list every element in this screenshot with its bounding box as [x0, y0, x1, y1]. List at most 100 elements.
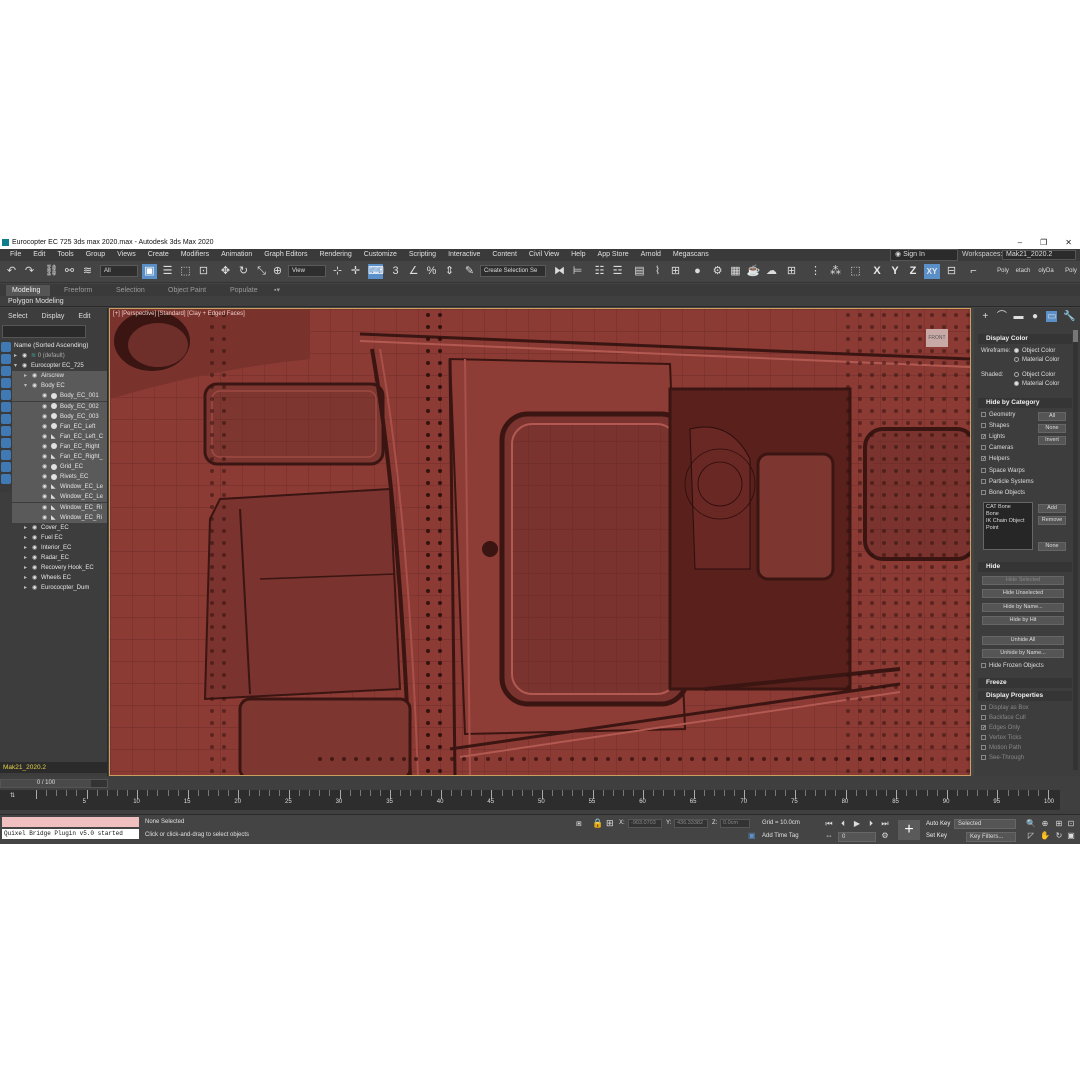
menu-interactive[interactable]: Interactive [442, 249, 486, 261]
utilities-tab-icon[interactable]: 🔧 [1063, 311, 1075, 322]
expand-right-icon[interactable]: ▸ [14, 351, 22, 361]
visibility-eye-icon[interactable]: ◉ [42, 391, 51, 401]
align-icon[interactable]: ⊨ [570, 264, 585, 279]
shaded-material-color-radio[interactable]: Material Color [1014, 381, 1059, 387]
menu-display[interactable]: Display [41, 313, 64, 320]
selection-lock-icon[interactable]: 🔒 [592, 818, 603, 829]
category-list-item[interactable]: Point [986, 525, 1030, 532]
restore-button[interactable]: ❐ [1040, 236, 1047, 249]
go-to-end-icon[interactable]: ⏭ [880, 819, 890, 829]
spinner-snap-icon[interactable]: ⇕ [442, 264, 457, 279]
display-lights-icon[interactable] [1, 366, 11, 376]
pan-icon[interactable]: ✋ [1040, 831, 1050, 841]
command-panel-scrollbar[interactable] [1073, 330, 1078, 770]
menu-animation[interactable]: Animation [215, 249, 258, 261]
display-cameras-icon[interactable] [1, 378, 11, 388]
track-bar-toggle-icon[interactable]: ⇅ [10, 792, 15, 799]
scene-row[interactable]: ◉ Fan_EC_Right [12, 441, 107, 452]
absolute-mode-icon[interactable]: ⊞ [606, 818, 614, 829]
menu-group[interactable]: Group [80, 249, 111, 261]
scene-row[interactable]: ◉ ◣ Window_EC_Ri [12, 502, 107, 513]
display-properties-rollout[interactable]: Display Properties [978, 691, 1072, 701]
constrain-xy-button[interactable]: XY [924, 264, 940, 279]
poly-label-2[interactable]: Poly [1062, 264, 1080, 279]
hide-category-cameras-checkbox[interactable]: Cameras [981, 445, 1013, 451]
create-tab-icon[interactable]: + [980, 311, 991, 322]
freeze-rollout[interactable]: Freeze [978, 678, 1072, 688]
hide-rollout[interactable]: Hide [978, 562, 1072, 572]
visibility-eye-icon[interactable]: ◉ [32, 573, 41, 583]
scene-row[interactable]: ◉ ◣ Fan_EC_Right_ [12, 452, 107, 462]
category-list-item[interactable]: CAT Bone [986, 504, 1030, 511]
menu-customize[interactable]: Customize [358, 249, 403, 261]
tab-object-paint[interactable]: Object Paint [162, 285, 212, 296]
scene-row[interactable]: ◉ Body_EC_003 [12, 411, 107, 422]
display-prop-motion-path-checkbox[interactable]: Motion Path [981, 745, 1021, 751]
expand-right-icon[interactable]: ▸ [24, 573, 32, 583]
modify-tab-icon[interactable]: ⌒ [997, 311, 1008, 322]
mirror-icon[interactable]: ⧓ [552, 264, 567, 279]
sign-in-dropdown[interactable]: ◉ Sign In [890, 249, 958, 261]
select-manipulate-icon[interactable]: ✛ [348, 264, 363, 279]
viewport-label[interactable]: [+] [Perspective] [Standard] [Clay + Edg… [113, 311, 245, 317]
scene-row[interactable]: ◉ ◣ Window_EC_Le [12, 482, 107, 493]
display-prop-edges-only-checkbox[interactable]: ✓ Edges Only [981, 725, 1020, 731]
expand-down-icon[interactable]: ▾ [14, 361, 22, 371]
hide-category-shapes-checkbox[interactable]: Shapes [981, 423, 1009, 429]
pivot-center-icon[interactable]: ⊹ [330, 264, 345, 279]
unlink-icon[interactable]: ⚯ [62, 264, 77, 279]
isolate-selection-icon[interactable]: ⧆ [576, 818, 582, 829]
perspective-viewport[interactable]: [+] [Perspective] [Standard] [Clay + Edg… [109, 308, 971, 776]
visibility-eye-icon[interactable]: ◉ [32, 563, 41, 573]
window-crossing-icon[interactable]: ⊡ [196, 264, 211, 279]
hide-by-hit-button[interactable]: Hide by Hit [982, 616, 1064, 625]
poly-label[interactable]: Poly [994, 264, 1012, 279]
minimize-button[interactable]: ‒ [1018, 236, 1022, 249]
wireframe-material-color-radio[interactable]: Material Color [1014, 357, 1059, 363]
display-color-rollout[interactable]: Display Color [978, 334, 1072, 344]
visibility-eye-icon[interactable]: ◉ [32, 553, 41, 563]
display-prop-backface-cull-checkbox[interactable]: Backface Cull [981, 715, 1026, 721]
z-coordinate-field[interactable]: 0.0cm [720, 819, 750, 828]
scene-row[interactable]: ▸ ◉ Wheels EC [12, 573, 107, 583]
menu-help[interactable]: Help [565, 249, 591, 261]
scene-row[interactable]: ◉ Fan_EC_Left [12, 421, 107, 432]
unhide-by-name-button[interactable]: Unhide by Name... [982, 649, 1064, 658]
scene-row[interactable]: ▸ ◉ Airscrew [12, 371, 107, 382]
visibility-eye-icon[interactable]: ◉ [32, 583, 41, 593]
scene-search-input[interactable] [2, 325, 86, 338]
visibility-eye-icon[interactable]: ◉ [42, 422, 51, 432]
scene-row[interactable]: ▾ ◉ Eurocopter EC_725 [12, 361, 107, 371]
visibility-eye-icon[interactable]: ◉ [22, 361, 31, 371]
wireframe-object-color-radio[interactable]: Object Color [1014, 348, 1055, 354]
visibility-eye-icon[interactable]: ◉ [32, 533, 41, 543]
play-icon[interactable]: ▶ [852, 819, 862, 829]
visibility-eye-icon[interactable]: ◉ [22, 351, 31, 361]
corner-icon[interactable]: ⌐ [966, 264, 981, 279]
expand-right-icon[interactable]: ▸ [24, 371, 32, 381]
menu-select[interactable]: Select [8, 313, 27, 320]
display-bones-icon[interactable] [1, 438, 11, 448]
scene-row[interactable]: ▸ ◉ Radar_EC [12, 553, 107, 563]
placement-icon[interactable]: ⊕ [270, 264, 285, 279]
shaded-object-color-radio[interactable]: Object Color [1014, 372, 1055, 378]
key-mode-icon[interactable]: ⇔ [824, 831, 834, 841]
menu-rendering[interactable]: Rendering [313, 249, 357, 261]
workspaces-select[interactable]: Mak21_2020.2 [1002, 250, 1076, 260]
category-list-item[interactable]: IK Chain Object [986, 518, 1030, 525]
orbit-icon[interactable]: ↻ [1054, 831, 1064, 841]
constrain-z-button[interactable]: Z [906, 264, 920, 279]
menu-views[interactable]: Views [111, 249, 142, 261]
scene-explorer-toggle-icon[interactable]: ☷ [592, 264, 607, 279]
visibility-eye-icon[interactable]: ◉ [42, 462, 51, 472]
scale-icon[interactable]: ⤡ [254, 264, 269, 279]
display-geometry-icon[interactable] [1, 342, 11, 352]
scene-row[interactable]: ▸ ◉ ≋ 0 (default) [12, 351, 107, 361]
menu-create[interactable]: Create [142, 249, 175, 261]
schematic-view-icon[interactable]: ⊞ [668, 264, 683, 279]
hide-by-name-button[interactable]: Hide by Name... [982, 603, 1064, 612]
scene-row[interactable]: ▸ ◉ Cover_EC [12, 523, 107, 533]
menu-edit[interactable]: Edit [27, 249, 51, 261]
go-to-start-icon[interactable]: ⏮ [824, 819, 834, 829]
hide-invert-button[interactable]: Invert [1038, 436, 1066, 445]
